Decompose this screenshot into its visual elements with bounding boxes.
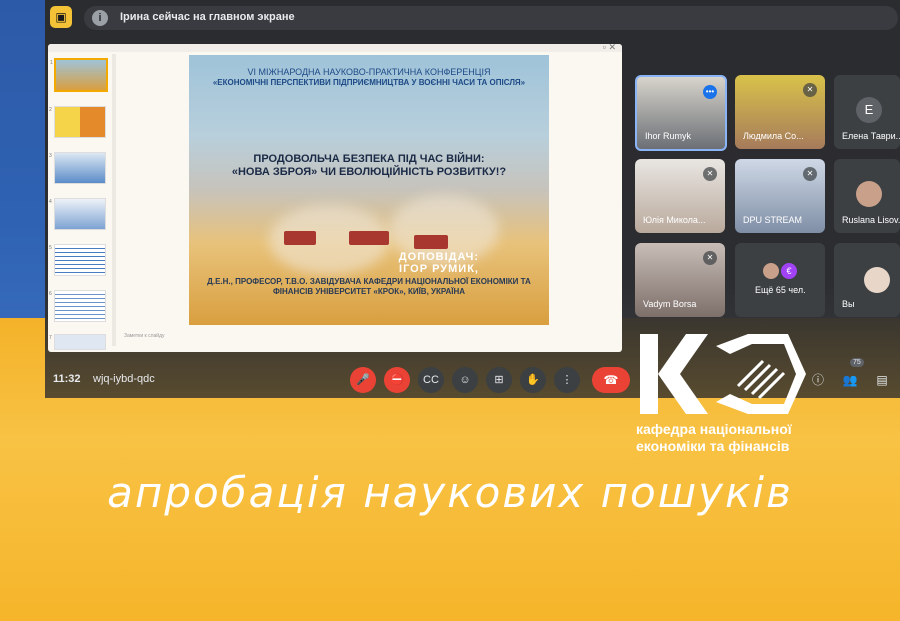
camera-off-icon[interactable]: ▣	[50, 6, 72, 28]
participant-tile[interactable]: ✕ Vadym Borsa	[635, 243, 725, 317]
mic-off-button[interactable]: 🎤	[350, 367, 376, 393]
current-slide: VI МІЖНАРОДНА НАУКОВО-ПРАКТИЧНА КОНФЕРЕН…	[189, 55, 549, 325]
slide-title: ПРОДОВОЛЬЧА БЕЗПЕКА ПІД ЧАС ВІЙНИ: «НОВА…	[231, 153, 507, 178]
captions-button[interactable]: CC	[418, 367, 444, 393]
top-bar: ▣ i Ірина сейчас на главном экране	[48, 6, 900, 32]
people-count-badge: 75	[850, 358, 864, 367]
speaker-label: ДОПОВІДАЧ:	[398, 251, 479, 263]
notification-pill: i Ірина сейчас на главном экране	[84, 6, 898, 30]
avatar	[763, 263, 779, 279]
avatar: E	[856, 97, 882, 123]
mic-off-icon: ✕	[803, 83, 817, 97]
avatar	[864, 267, 890, 293]
more-participants-tile[interactable]: € Ещё 65 чел.	[735, 243, 825, 317]
info-icon: i	[92, 10, 108, 26]
participant-tile[interactable]: ✕ DPU STREAM	[735, 159, 825, 233]
slide-notes[interactable]: Заметки к слайду	[124, 333, 165, 339]
presentation-window: ▫ ✕ 1 2 3 4 5 6 7 VI МІЖНАРОДНА НАУКОВО-…	[48, 44, 622, 352]
department-logo	[640, 334, 806, 414]
participant-tile[interactable]: E Елена Таври...	[834, 75, 900, 149]
chat-icon[interactable]: ▤	[874, 372, 890, 388]
slide-thumbnail[interactable]: 2	[49, 106, 106, 138]
more-options-button[interactable]: ⋮	[554, 367, 580, 393]
tagline: апробація наукових пошуків	[107, 468, 793, 517]
slide-thumbnail[interactable]: 5	[49, 244, 106, 276]
slide-thumbnail[interactable]: 4	[49, 198, 106, 230]
people-icon[interactable]: 👥	[842, 372, 858, 388]
info-icon[interactable]: ⓘ	[810, 372, 826, 388]
present-button[interactable]: ⊞	[486, 367, 512, 393]
mic-off-icon: ✕	[803, 167, 817, 181]
mic-off-icon: ✕	[703, 251, 717, 265]
emoji-button[interactable]: ☺	[452, 367, 478, 393]
combine-harvester	[284, 231, 316, 245]
speaking-icon: •••	[703, 85, 717, 99]
end-call-button[interactable]: ☎	[592, 367, 630, 393]
self-tile[interactable]: Вы	[834, 243, 900, 317]
camera-off-button[interactable]: ⛔	[384, 367, 410, 393]
combine-harvester	[349, 231, 389, 245]
thumbnail-scrollbar[interactable]	[112, 54, 116, 346]
window-titlebar: ▫ ✕	[48, 44, 622, 52]
presenting-message: Ірина сейчас на главном экране	[120, 11, 295, 23]
participant-tile[interactable]: ✕ Юлія Микола...	[635, 159, 725, 233]
slide-thumbnail[interactable]: 3	[49, 152, 106, 184]
raise-hand-button[interactable]: ✋	[520, 367, 546, 393]
slide-thumbnails: 1 2 3 4 5 6 7	[49, 56, 110, 350]
department-name: кафедра національної економіки та фінанс…	[636, 421, 792, 454]
participant-tile[interactable]: Ruslana Lisov...	[834, 159, 900, 233]
window-controls-icon[interactable]: ▫ ✕	[603, 44, 616, 53]
participant-tile[interactable]: ••• Ihor Rumyk	[635, 75, 727, 151]
avatar	[856, 181, 882, 207]
conference-line-2: «ЕКОНОМІЧНІ ПЕРСПЕКТИВИ ПІДПРИЄМНИЦТВА У…	[212, 78, 526, 87]
avatar: €	[781, 263, 797, 279]
slide-thumbnail[interactable]: 1	[50, 58, 108, 92]
speaker-name: ІГОР РУМИК,	[399, 263, 479, 275]
meeting-id: wjq-iybd-qdc	[93, 373, 155, 385]
conference-line-1: VI МІЖНАРОДНА НАУКОВО-ПРАКТИЧНА КОНФЕРЕН…	[247, 67, 491, 77]
combine-harvester	[414, 235, 448, 249]
slide-thumbnail[interactable]: 6	[49, 290, 106, 322]
speaker-info: Д.Е.Н., ПРОФЕСОР, Т.В.О. ЗАВІДУВАЧА КАФЕ…	[207, 277, 531, 296]
participant-tile[interactable]: ✕ Людмила Со...	[735, 75, 825, 149]
mic-off-icon: ✕	[703, 167, 717, 181]
clock: 11:32	[53, 373, 81, 385]
slide-thumbnail[interactable]: 7	[49, 334, 106, 350]
